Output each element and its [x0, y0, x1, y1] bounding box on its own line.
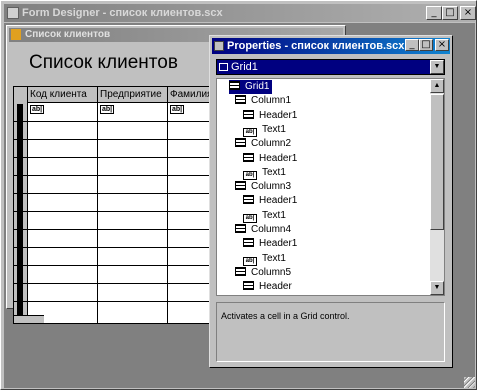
object-selector-dropdown[interactable]: Grid1 ▼ — [216, 59, 445, 75]
properties-title: Properties - список клиентов.scx — [227, 40, 405, 52]
grid-hscroll-stub[interactable] — [14, 315, 44, 323]
tree-node[interactable]: Column1 — [235, 94, 291, 108]
column-icon — [235, 181, 246, 191]
tree-node-label: Column2 — [251, 138, 292, 150]
grid-column-3-textbox[interactable]: ab| — [170, 104, 185, 116]
form-designer-titlebar[interactable]: Form Designer - список клиентов.scx — [4, 4, 475, 22]
grid-column-1[interactable]: Код клиента ab| — [28, 87, 98, 323]
properties-minimize-button[interactable]: _ — [405, 39, 419, 51]
chevron-down-icon[interactable]: ▼ — [430, 60, 444, 74]
object-selector-value: Grid1 — [231, 61, 258, 73]
tree-node-label: Header1 — [259, 152, 298, 164]
grid-column-1-header[interactable]: Код клиента — [28, 87, 97, 103]
tree-node[interactable]: Header1 — [243, 194, 297, 208]
column-icon — [235, 95, 246, 105]
form-designer-icon — [7, 7, 19, 19]
grid-record-selector[interactable] — [14, 87, 28, 323]
header-icon — [243, 109, 254, 119]
tree-node[interactable]: Header1 — [243, 237, 297, 251]
tree-node-label: Header1 — [259, 109, 298, 121]
textbox-icon: ab| — [243, 256, 257, 266]
properties-maximize-button[interactable]: □ — [419, 39, 433, 51]
properties-close-button[interactable]: × — [435, 39, 449, 51]
grid-icon — [219, 63, 228, 71]
textbox-icon: ab| — [243, 170, 257, 180]
tree-node-label: Text1 — [262, 123, 286, 135]
scroll-down-button[interactable]: ▼ — [430, 281, 444, 295]
object-tree[interactable]: Grid1 Column1 Header1 ab| Text1 Column2 Header… — [216, 78, 445, 296]
tree-node[interactable]: Column3 — [235, 180, 291, 194]
tree-node[interactable]: ab| Text1 — [243, 166, 286, 180]
tree-node[interactable]: ab| Text1 — [243, 252, 286, 266]
scroll-thumb[interactable] — [430, 94, 444, 230]
properties-icon — [214, 41, 224, 51]
properties-window[interactable]: Properties - список клиентов.scx _ □ × G… — [209, 35, 453, 368]
tree-node-label: Column4 — [251, 224, 292, 235]
form-designer-title: Form Designer - список клиентов.scx — [22, 7, 223, 19]
textbox-icon: ab| — [243, 127, 257, 137]
minimize-button[interactable]: _ — [426, 6, 442, 20]
tree-node-label: Header1 — [259, 195, 298, 207]
tree-node-label: Column3 — [251, 181, 292, 193]
tree-node[interactable]: Column4 — [235, 223, 291, 237]
tree-node[interactable]: ab| Text1 — [243, 123, 286, 137]
column-icon — [235, 224, 246, 233]
form-heading-label[interactable]: Список клиентов — [29, 52, 178, 74]
header-icon — [243, 152, 254, 162]
grid-column-2[interactable]: Предприятие ab| — [98, 87, 168, 323]
maximize-button[interactable]: □ — [442, 6, 458, 20]
tree-node[interactable]: Header1 — [243, 109, 297, 123]
scroll-up-button[interactable]: ▲ — [430, 79, 444, 93]
header-icon — [243, 238, 254, 248]
close-button[interactable]: × — [460, 6, 476, 20]
tree-node[interactable]: Column5 — [235, 266, 291, 280]
tree-node[interactable]: Grid1 — [229, 80, 273, 94]
grid-icon — [229, 81, 240, 90]
tree-node-label: Header — [259, 281, 292, 293]
tree-node-label: Grid1 — [245, 81, 270, 92]
grid-column-1-textbox[interactable]: ab| — [30, 104, 45, 116]
tree-node-label: Column5 — [251, 266, 292, 278]
property-description: Activates a cell in a Grid control. — [216, 302, 445, 362]
tree-node[interactable]: ab| Text1 — [243, 209, 286, 223]
tree-node-label: Text1 — [262, 209, 286, 221]
tree-node-label: Text1 — [262, 252, 286, 264]
resize-grip-icon[interactable] — [464, 377, 475, 388]
grid-column-2-textbox[interactable]: ab| — [100, 104, 115, 116]
tree-node-label: Header1 — [259, 238, 298, 250]
header-icon — [243, 195, 254, 205]
tree-node-label: Column1 — [251, 95, 292, 107]
tree-node[interactable]: Header — [243, 280, 292, 294]
column-icon — [235, 138, 246, 148]
grid-column-2-header[interactable]: Предприятие — [98, 87, 167, 103]
tree-node[interactable]: Column2 — [235, 137, 291, 151]
tree-vertical-scrollbar[interactable]: ▲ ▼ — [430, 79, 444, 295]
form-title: Список клиентов — [25, 29, 111, 40]
tree-node-label: Text1 — [262, 166, 286, 178]
textbox-icon: ab| — [243, 213, 257, 223]
tree-node[interactable]: Header1 — [243, 152, 297, 166]
form-icon — [11, 29, 21, 40]
column-icon — [235, 266, 246, 276]
header-icon — [243, 281, 254, 291]
